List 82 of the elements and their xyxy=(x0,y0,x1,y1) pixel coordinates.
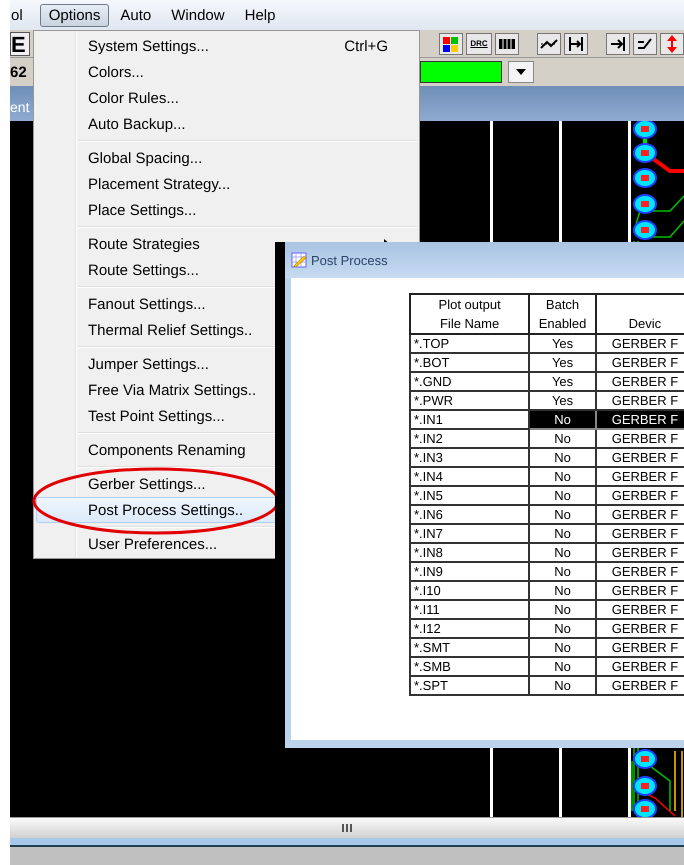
grip-icon xyxy=(341,823,353,833)
table-cell: *.IN7 xyxy=(410,524,530,543)
menu-item-label: Colors... xyxy=(88,64,144,80)
column-header: Plot output File Name xyxy=(410,294,530,334)
table-cell[interactable]: No xyxy=(529,524,596,543)
table-cell: *.IN3 xyxy=(410,448,530,467)
table-cell: *.I10 xyxy=(410,581,530,600)
menu-item[interactable]: Auto Backup... xyxy=(36,111,417,137)
layer-color-field[interactable] xyxy=(420,61,502,83)
menu-item-label: System Settings... xyxy=(88,38,209,54)
table-cell: *.SPT xyxy=(410,676,530,695)
route-icon[interactable] xyxy=(537,32,561,54)
menu-item-label: Route Strategies xyxy=(88,236,200,252)
menu-item-label: Thermal Relief Settings.. xyxy=(88,322,252,338)
toolbar-button[interactable]: E xyxy=(10,32,30,56)
table-cell[interactable]: No xyxy=(529,657,596,676)
table-cell[interactable]: No xyxy=(529,467,596,486)
table-cell[interactable]: No xyxy=(529,562,596,581)
menu-bar-item[interactable]: Auto xyxy=(111,4,160,26)
menu-item[interactable]: System Settings... Ctrl+G xyxy=(36,33,417,59)
table-cell: *.I11 xyxy=(410,600,530,619)
dialog-title: Post Process xyxy=(311,252,388,268)
table-cell[interactable]: No xyxy=(529,448,596,467)
horizontal-scrollbar[interactable] xyxy=(10,817,684,838)
table-cell: *.IN8 xyxy=(410,543,530,562)
menu-item[interactable]: Colors... xyxy=(36,59,417,85)
table-cell[interactable]: No xyxy=(529,486,596,505)
color-grid-icon[interactable] xyxy=(439,32,463,54)
table-cell[interactable]: Yes xyxy=(529,353,596,372)
chip-icon[interactable] xyxy=(495,32,519,54)
menu-item-label: Place Settings... xyxy=(88,202,196,218)
table-cell[interactable]: No xyxy=(529,600,596,619)
caret-icon xyxy=(516,69,526,75)
table-cell[interactable]: No xyxy=(529,676,596,695)
menu-item[interactable]: Placement Strategy... xyxy=(36,171,417,197)
pencil-grid-icon xyxy=(291,252,307,268)
table-cell: *.PWR xyxy=(410,391,530,410)
insert-icon[interactable] xyxy=(606,32,630,54)
table-cell: *.IN1 xyxy=(410,410,530,429)
menu-bar-item[interactable]: Options xyxy=(40,4,110,26)
table-cell[interactable]: Yes xyxy=(529,372,596,391)
table-cell[interactable]: No xyxy=(529,619,596,638)
column-header: Batch Enabled xyxy=(529,294,596,334)
menu-item-label: Jumper Settings... xyxy=(88,356,209,372)
menu-item[interactable]: Place Settings... xyxy=(36,197,417,223)
table-cell[interactable]: No xyxy=(529,638,596,657)
menu-item-label: Auto Backup... xyxy=(88,116,186,132)
menu-item-label: Fanout Settings... xyxy=(88,296,206,312)
table-cell: *.TOP xyxy=(410,334,530,353)
table-cell: *.GND xyxy=(410,372,530,391)
table-cell[interactable]: No xyxy=(529,581,596,600)
table-cell: *.IN5 xyxy=(410,486,530,505)
menu-item[interactable]: Color Rules... xyxy=(36,85,417,111)
menu-item-label: Color Rules... xyxy=(88,90,179,106)
table-cell[interactable]: No xyxy=(529,505,596,524)
menu-item-label: Post Process Settings.. xyxy=(88,502,244,518)
drc-button[interactable]: DRC xyxy=(466,32,492,54)
menu-item-label: Global Spacing... xyxy=(88,150,202,166)
menu-item-label: Placement Strategy... xyxy=(88,176,230,192)
table-cell[interactable]: No xyxy=(529,543,596,562)
table-cell[interactable]: No xyxy=(529,410,596,429)
table-cell[interactable]: Yes xyxy=(529,334,596,353)
table-cell[interactable]: GERBER F xyxy=(596,410,684,429)
shortcut-label: Ctrl+G xyxy=(344,38,388,54)
table-cell: *.IN2 xyxy=(410,429,530,448)
table-cell: *.BOT xyxy=(410,353,530,372)
menu-item-label: Free Via Matrix Settings.. xyxy=(88,382,256,398)
table-cell: *.IN9 xyxy=(410,562,530,581)
table-cell: *.IN6 xyxy=(410,505,530,524)
menu-bar-item[interactable]: ol xyxy=(10,4,32,26)
table-cell[interactable]: No xyxy=(529,429,596,448)
table-cell: *.SMT xyxy=(410,638,530,657)
fit-icon[interactable] xyxy=(564,32,588,54)
menu-bar-item[interactable]: Window xyxy=(162,4,234,26)
column-header: Devic xyxy=(596,294,684,334)
table-cell: *.IN4 xyxy=(410,467,530,486)
menu-item[interactable]: Global Spacing... xyxy=(36,145,417,171)
dropdown-button[interactable] xyxy=(508,61,534,83)
table-cell: *.I12 xyxy=(410,619,530,638)
menu-bar-item[interactable]: Help xyxy=(236,4,284,26)
toolbar-value: 62 xyxy=(10,64,28,80)
table-cell: *.SMB xyxy=(410,657,530,676)
